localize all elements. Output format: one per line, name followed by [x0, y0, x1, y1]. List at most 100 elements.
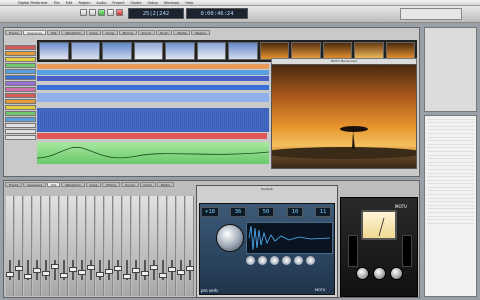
menu-setup[interactable]: Setup	[148, 1, 158, 5]
fader-cap[interactable]	[24, 274, 32, 279]
tab-region[interactable]: Region	[191, 30, 210, 35]
tab-tracks[interactable]: Tracks	[5, 30, 23, 35]
tab-mixing[interactable]: Mixing	[102, 182, 121, 187]
fader-cap[interactable]	[150, 265, 158, 270]
track-row[interactable]	[5, 105, 36, 110]
mixer-channel-strip[interactable]	[69, 196, 77, 296]
mixer-channel-strip[interactable]	[60, 196, 68, 296]
track-row[interactable]	[5, 129, 36, 134]
mixer-channel-strip[interactable]	[159, 196, 167, 296]
audio-waveform[interactable]	[37, 108, 269, 132]
pause-button[interactable]	[107, 9, 114, 16]
midi-region[interactable]	[37, 70, 269, 75]
mixer-channel-strip[interactable]	[96, 196, 104, 296]
menu-region[interactable]: Region	[78, 1, 90, 5]
fader-cap[interactable]	[60, 273, 68, 278]
track-row[interactable]	[5, 99, 36, 104]
tab-sound[interactable]: Sound	[121, 182, 139, 187]
mixer-channel-strip[interactable]	[123, 196, 131, 296]
fader-cap[interactable]	[69, 267, 77, 272]
tab-waveform[interactable]: Waveform	[61, 30, 85, 35]
mixer-channel-strip[interactable]	[24, 196, 32, 296]
mixer-channel-strip[interactable]	[51, 196, 59, 296]
mixer-channel-strip[interactable]	[6, 196, 14, 296]
fader-cap[interactable]	[87, 265, 95, 270]
compressor-knob[interactable]	[356, 267, 369, 280]
mixer-channel-strip[interactable]	[114, 196, 122, 296]
mixer-channel-strip[interactable]	[33, 196, 41, 296]
track-row[interactable]	[5, 63, 36, 68]
tab-media[interactable]: Media	[156, 182, 174, 187]
mixer-channel-strip[interactable]	[132, 196, 140, 296]
menu-app[interactable]: Digital Performer	[18, 1, 48, 5]
mixer-channel-strip[interactable]	[150, 196, 158, 296]
fader-cap[interactable]	[42, 271, 50, 276]
reverb-knob[interactable]	[282, 256, 291, 265]
midi-region[interactable]	[37, 85, 269, 90]
fader-cap[interactable]	[168, 267, 176, 272]
reverb-knob[interactable]	[270, 256, 279, 265]
mixer-channel-strip[interactable]	[141, 196, 149, 296]
mixer-channel-strip[interactable]	[177, 196, 185, 296]
fader-cap[interactable]	[105, 269, 113, 274]
fader-cap[interactable]	[78, 270, 86, 275]
menu-studio[interactable]: Studio	[130, 1, 141, 5]
midi-region[interactable]	[37, 64, 269, 69]
tab-mix[interactable]: Mix	[47, 182, 61, 187]
reverb-knob[interactable]	[246, 256, 255, 265]
mixer-channel-strip[interactable]	[42, 196, 50, 296]
track-row[interactable]	[5, 117, 36, 122]
tab-tracks[interactable]: Tracks	[5, 182, 23, 187]
tab-media[interactable]: Media	[173, 30, 191, 35]
tab-song-2[interactable]: Song	[102, 30, 118, 35]
mixer-channel-strip[interactable]	[78, 196, 86, 296]
rewind-button[interactable]	[80, 9, 87, 16]
reverb-main-knob[interactable]	[216, 224, 244, 252]
tab-song[interactable]: Song	[85, 30, 102, 35]
fader-cap[interactable]	[159, 273, 167, 278]
audio-region[interactable]	[37, 133, 267, 139]
stop-button[interactable]	[89, 9, 96, 16]
memory-cycle-box[interactable]	[400, 8, 462, 20]
fader-cap[interactable]	[114, 266, 122, 271]
tab-mix[interactable]: Mix	[47, 30, 61, 35]
fader-cap[interactable]	[141, 271, 149, 276]
midi-region[interactable]	[37, 93, 269, 102]
track-row[interactable]	[5, 45, 36, 50]
tab-drum[interactable]: Drum	[156, 30, 173, 35]
play-button[interactable]	[98, 9, 105, 16]
fader-cap[interactable]	[177, 270, 185, 275]
tab-song[interactable]: Song	[85, 182, 102, 187]
midi-region[interactable]	[37, 76, 269, 81]
menu-file[interactable]: File	[54, 1, 60, 5]
reverb-knob[interactable]	[294, 256, 303, 265]
tab-sequence[interactable]: Sequence	[23, 30, 47, 35]
mixer-channel-strip[interactable]	[15, 196, 23, 296]
fader-cap[interactable]	[33, 268, 41, 273]
track-row[interactable]	[5, 87, 36, 92]
region-inspector[interactable]	[424, 27, 477, 112]
tab-sequence[interactable]: Sequence	[23, 182, 47, 187]
mixer-channel-strip[interactable]	[186, 196, 194, 296]
record-button[interactable]	[116, 9, 123, 16]
tab-mixing[interactable]: Mixing	[118, 30, 137, 35]
track-row[interactable]	[5, 135, 36, 140]
track-row[interactable]	[5, 111, 36, 116]
fader-cap[interactable]	[132, 268, 140, 273]
mixer-channel-strip[interactable]	[168, 196, 176, 296]
track-row[interactable]	[5, 57, 36, 62]
fader-cap[interactable]	[15, 266, 23, 271]
fader-cap[interactable]	[51, 264, 59, 269]
reverb-knob[interactable]	[258, 256, 267, 265]
tab-waveform[interactable]: Waveform	[61, 182, 85, 187]
tab-sound[interactable]: Sound	[137, 30, 156, 35]
track-row[interactable]	[5, 69, 36, 74]
chunks-list[interactable]	[424, 115, 477, 297]
menu-windows[interactable]: Windows	[164, 1, 180, 5]
mixer-channel-strip[interactable]	[105, 196, 113, 296]
list-item[interactable]	[427, 220, 474, 224]
compressor-knob[interactable]	[373, 267, 386, 280]
track-row[interactable]	[5, 75, 36, 80]
menu-edit[interactable]: Edit	[66, 1, 73, 5]
menu-help[interactable]: Help	[185, 1, 193, 5]
